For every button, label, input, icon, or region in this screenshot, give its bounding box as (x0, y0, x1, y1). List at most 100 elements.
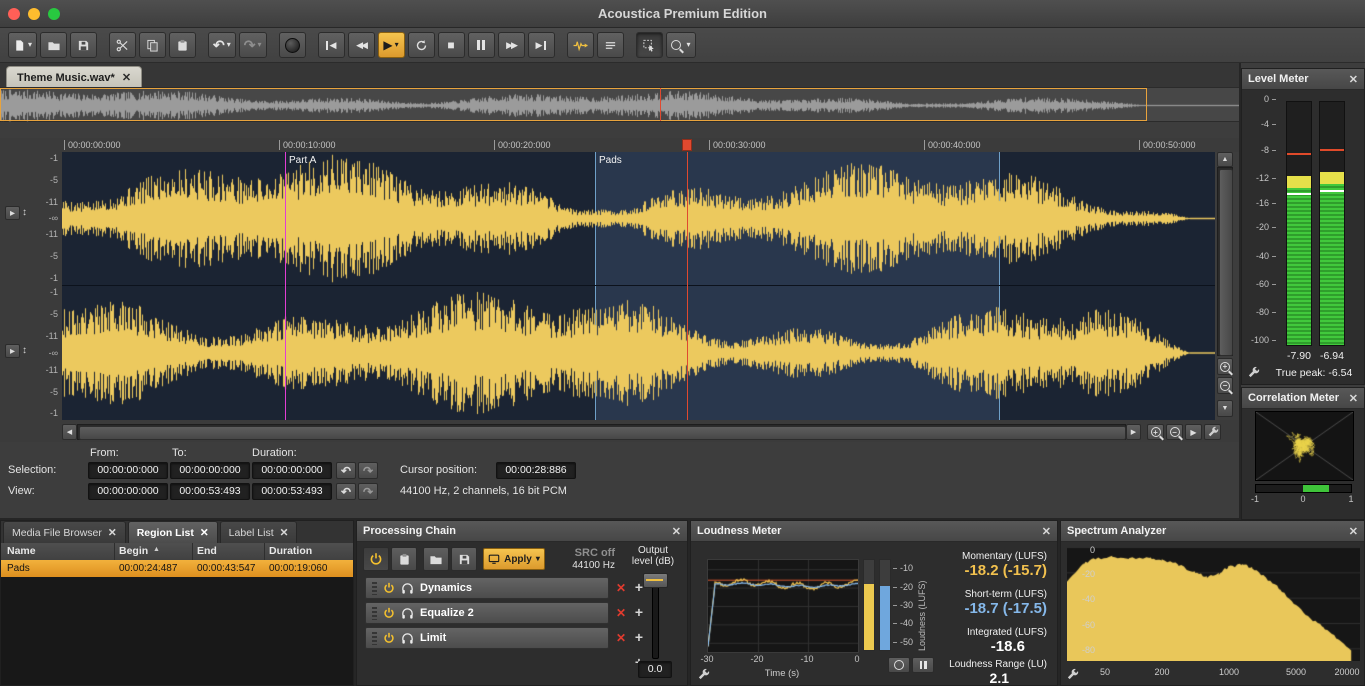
level-meter-header[interactable]: Level Meter ✕ (1242, 69, 1364, 90)
chain-item-equalize[interactable]: Equalize 2 (365, 602, 609, 624)
timeline-ruler[interactable]: 00:00:00:000 00:00:10:000 00:00:20:000 0… (0, 138, 1240, 152)
correlation-meter-header[interactable]: Correlation Meter ✕ (1242, 388, 1364, 409)
horizontal-scrollbar-thumb[interactable] (79, 426, 1126, 440)
remove-effect-icon[interactable]: ✕ (613, 581, 629, 595)
scroll-up-button[interactable]: ▲ (1217, 152, 1233, 167)
go-to-start-button[interactable]: ◀ (318, 32, 345, 58)
chain-item-dynamics[interactable]: Dynamics (365, 577, 609, 599)
scroll-left-button[interactable]: ◀ (62, 424, 77, 440)
zoom-in-button[interactable]: + (1147, 424, 1164, 440)
remove-effect-icon[interactable]: ✕ (613, 606, 629, 620)
loudness-settings-button[interactable] (697, 668, 710, 684)
channel-2-resize-handle[interactable]: ↕ (22, 345, 27, 356)
column-name[interactable]: Name (7, 545, 36, 557)
column-end[interactable]: End (197, 545, 217, 557)
cursor-handle[interactable] (682, 139, 692, 151)
pause-button[interactable] (468, 32, 495, 58)
paste-button[interactable] (169, 32, 196, 58)
channel-1-menu-button[interactable]: ▸ (5, 206, 20, 220)
cursor-position-field[interactable]: 00:00:28:886 (496, 462, 576, 479)
loudness-meter-header[interactable]: Loudness Meter ✕ (691, 521, 1057, 542)
open-file-button[interactable] (40, 32, 67, 58)
tab-region-list[interactable]: Region List✕ (128, 521, 218, 543)
close-tab-icon[interactable]: ✕ (200, 527, 209, 539)
chain-paste-button[interactable] (391, 547, 417, 571)
close-panel-icon[interactable]: ✕ (672, 525, 681, 538)
zoom-selection-button[interactable]: ▶ (1185, 424, 1202, 440)
chain-open-button[interactable] (423, 547, 449, 571)
selection-from-field[interactable]: 00:00:00:000 (88, 462, 168, 479)
drag-grip-icon[interactable] (372, 607, 377, 620)
zoom-tool-button[interactable]: ▾ (666, 32, 696, 58)
waveform-editor[interactable]: Part A Pads (62, 152, 1215, 420)
scroll-down-button[interactable]: ▼ (1217, 400, 1233, 417)
copy-button[interactable] (139, 32, 166, 58)
chain-item-limit[interactable]: Limit (365, 627, 609, 649)
document-tab[interactable]: Theme Music.wav* ✕ (6, 66, 142, 88)
view-from-field[interactable]: 00:00:00:000 (88, 483, 168, 500)
remove-effect-icon[interactable]: ✕ (613, 631, 629, 645)
spectrum-settings-button[interactable] (1066, 668, 1079, 684)
drag-grip-icon[interactable] (372, 582, 377, 595)
undo-button[interactable]: ↶ ▾ (208, 32, 236, 58)
add-effect-icon[interactable]: + (631, 629, 647, 645)
apply-button[interactable]: Apply ▾ (483, 548, 545, 570)
overview-view-box[interactable] (0, 88, 1147, 121)
zoom-in-vertical-button[interactable]: + (1217, 358, 1233, 375)
zoom-out-vertical-button[interactable]: − (1217, 377, 1233, 394)
spectrum-analyzer-header[interactable]: Spectrum Analyzer ✕ (1061, 521, 1364, 542)
close-panel-icon[interactable]: ✕ (1042, 525, 1051, 538)
close-panel-icon[interactable]: ✕ (1349, 392, 1358, 405)
scroll-right-button[interactable]: ▶ (1126, 424, 1141, 440)
horizontal-scrollbar-track[interactable] (77, 424, 1126, 440)
cut-button[interactable] (109, 32, 136, 58)
zoom-out-button[interactable]: − (1166, 424, 1183, 440)
output-level-value[interactable]: 0.0 (638, 661, 672, 678)
selection-to-field[interactable]: 00:00:00:000 (170, 462, 250, 479)
view-duration-field[interactable]: 00:00:53:493 (252, 483, 332, 500)
close-tab-icon[interactable]: ✕ (280, 527, 289, 539)
add-effect-icon[interactable]: + (631, 604, 647, 620)
headphones-icon[interactable] (401, 582, 414, 595)
stop-button[interactable]: ■ (438, 32, 465, 58)
tab-label-list[interactable]: Label List✕ (220, 521, 298, 543)
processing-chain-header[interactable]: Processing Chain ✕ (357, 521, 687, 542)
vertical-scrollbar-thumb[interactable] (1219, 169, 1233, 356)
column-duration[interactable]: Duration (269, 545, 312, 557)
close-tab-icon[interactable]: ✕ (108, 527, 117, 539)
go-to-end-button[interactable]: ▶ (528, 32, 555, 58)
column-begin[interactable]: Begin (119, 545, 148, 557)
marker-line-part-a[interactable] (285, 152, 286, 420)
redo-button[interactable]: ↷ ▾ (239, 32, 267, 58)
close-panel-icon[interactable]: ✕ (1349, 73, 1358, 86)
fast-forward-button[interactable]: ▶▶ (498, 32, 525, 58)
headphones-icon[interactable] (401, 607, 414, 620)
view-redo-button[interactable]: ↷ (358, 483, 378, 500)
vertical-scrollbar-track[interactable] (1217, 167, 1233, 356)
chain-save-button[interactable] (451, 547, 477, 571)
waveform-settings-button[interactable] (1204, 424, 1221, 440)
drag-grip-icon[interactable] (372, 632, 377, 645)
waveform-channel-1-canvas[interactable] (62, 152, 1215, 285)
overview-strip[interactable] (0, 87, 1240, 122)
close-panel-icon[interactable]: ✕ (1349, 525, 1358, 538)
channel-2-menu-button[interactable]: ▸ (5, 344, 20, 358)
selection-redo-button[interactable]: ↷ (358, 462, 378, 479)
play-button[interactable]: ▶▾ (378, 32, 405, 58)
level-settings-button[interactable] (1247, 366, 1260, 382)
output-fader-handle[interactable] (643, 573, 668, 588)
selection-duration-field[interactable]: 00:00:00:000 (252, 462, 332, 479)
view-to-field[interactable]: 00:00:53:493 (170, 483, 250, 500)
chain-power-button[interactable] (363, 547, 389, 571)
new-file-button[interactable]: ▾ (8, 32, 37, 58)
selection-undo-button[interactable]: ↶ (336, 462, 356, 479)
power-icon[interactable] (383, 582, 395, 594)
save-button[interactable] (70, 32, 97, 58)
region-row-selected[interactable]: Pads 00:00:24:487 00:00:43:547 00:00:19:… (1, 560, 354, 577)
scrub-view-button[interactable] (567, 32, 594, 58)
waveform-channel-2-canvas[interactable] (62, 286, 1215, 420)
tab-media-file-browser[interactable]: Media File Browser✕ (3, 521, 126, 543)
loop-playback-button[interactable] (408, 32, 435, 58)
power-icon[interactable] (383, 632, 395, 644)
headphones-icon[interactable] (401, 632, 414, 645)
